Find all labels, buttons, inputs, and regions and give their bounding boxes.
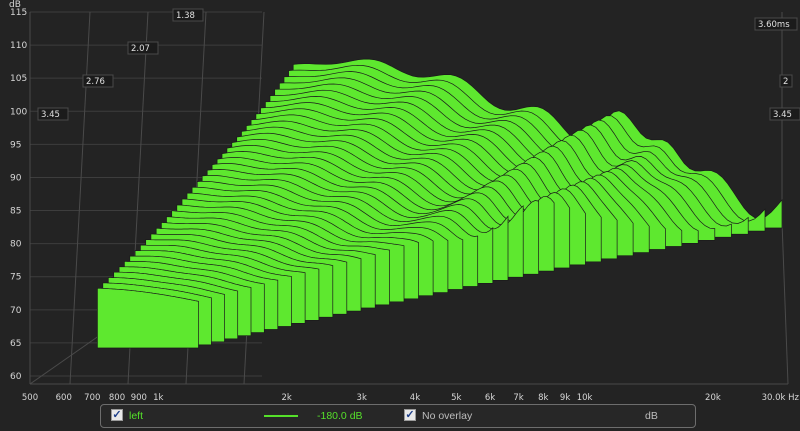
channel-line-swatch [264,415,298,417]
channel-label: left [129,410,144,422]
time-label-text: 2.76 [86,77,105,87]
x-tick-label: 700 [84,393,100,400]
x-tick-label: 7k [513,393,523,400]
x-tick-label: 500 [22,393,38,400]
time-label-text: 3.60ms [758,20,790,30]
x-tick-label: 800 [109,393,125,400]
right-depth-line [781,221,789,385]
x-tick-label: 3k [357,393,367,400]
time-label-text: 3.45 [773,110,792,120]
time-label: 2 [779,74,793,88]
overlay-toggle[interactable]: ✓ No overlay [404,405,524,427]
waterfall-chart: 115 110 105 100 95 90 85 80 75 70 65 60 dB 500 600 700 8… [0,0,800,431]
time-label: 1.38 [172,8,204,22]
y-ticks: 1151101051009590858075706560 [10,8,27,382]
time-label-text: 3.45 [41,110,60,120]
y-tick-label: 110 [10,41,27,51]
x-tick-label: 2k [281,393,291,400]
time-label-text: 2 [783,77,788,87]
y-tick-label: 85 [10,207,21,217]
plot-area: 1151101051009590858075706560dB500 600 700 8… [9,0,800,400]
time-label: 3.45 [37,107,69,121]
time-label-text: 2.07 [131,44,150,54]
x-tick-label: 10k [577,393,593,400]
time-label: 2.76 [82,74,114,88]
x-tick-label: 20k [705,393,721,400]
channel-toggle[interactable]: ✓ left [111,405,171,427]
waterfall-slices [97,58,783,349]
y-tick-label: 60 [10,372,22,382]
y-tick-label: 100 [10,107,27,117]
y-tick-label: 75 [10,273,21,283]
x-tick-label: 600 [56,393,72,400]
time-label: 3.45 [769,107,800,121]
channel-checkbox[interactable]: ✓ [111,409,123,421]
overlay-label: No overlay [422,410,473,422]
x-tick-label: 9k [560,393,570,400]
time-label: 2.07 [127,41,159,55]
legend-bar: ✓ left -180.0 dB ✓ No overlay dB [100,404,696,428]
x-tick-label: 6k [485,393,495,400]
x-tick-label: 30.0k Hz [762,393,800,400]
y-tick-label: 65 [10,339,21,349]
y-tick-label: 90 [10,173,22,183]
x-tick-label: 900 [131,393,147,400]
depth-guide [69,11,91,385]
x-tick-label: 4k [410,393,420,400]
x-tick-label: 8k [538,393,548,400]
y-axis-label: dB [9,0,21,10]
level-readout: -180.0 dB [317,410,363,422]
x-tick-label: 1k [153,393,163,400]
time-label: 3.60ms [754,17,798,31]
y-tick-label: 105 [10,74,27,84]
x-ticks: 500 600 700 800 900 1k 2k 3k 4k 5k 6k 7k 8k 9k 10k 20k 3… [22,393,800,400]
overlay-checkbox[interactable]: ✓ [404,409,416,421]
time-label-text: 1.38 [176,11,195,21]
y-tick-label: 70 [10,306,22,316]
unit-label: dB [645,410,658,422]
y-tick-label: 80 [10,240,22,250]
y-tick-label: 95 [10,140,21,150]
x-tick-label: 5k [451,393,461,400]
